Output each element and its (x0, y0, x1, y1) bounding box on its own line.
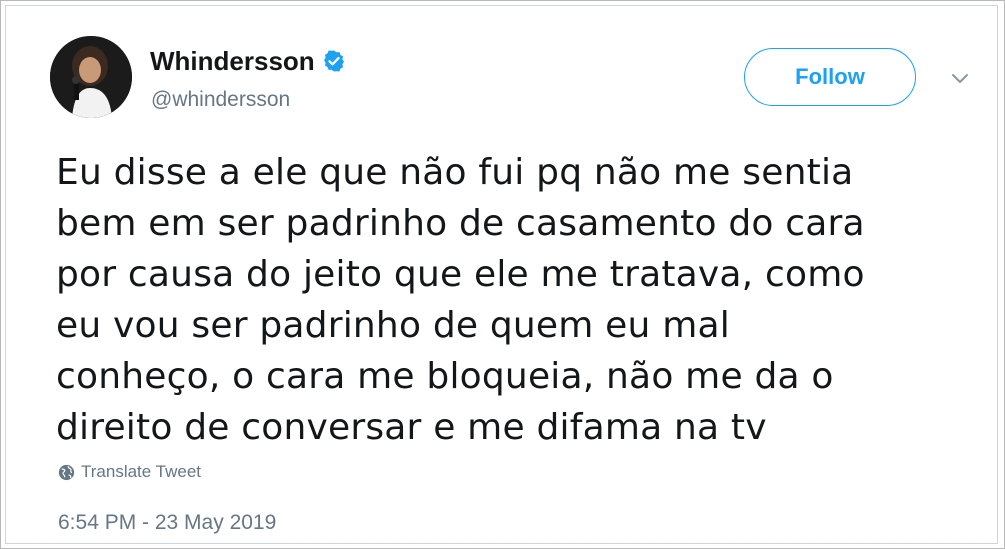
avatar[interactable] (50, 36, 132, 118)
author-handle[interactable]: @whindersson (151, 88, 290, 112)
tweet-line: bem em ser padrinho de casamento do cara (56, 203, 865, 244)
tweet-line: por causa do jeito que ele me tratava, c… (56, 254, 865, 295)
chevron-down-icon[interactable] (950, 72, 970, 86)
translate-tweet-link[interactable]: Translate Tweet (58, 462, 201, 482)
globe-icon (58, 464, 75, 480)
tweet-line: Eu disse a ele que não fui pq não me sen… (56, 152, 854, 193)
tweet-line: direito de conversar e me difama na tv (56, 407, 767, 448)
translate-tweet-label[interactable]: Translate Tweet (81, 462, 201, 482)
tweet-timestamp[interactable]: 6:54 PM - 23 May 2019 (58, 511, 276, 535)
screenshot-frame: Whindersson @whindersson Follow Eu disse… (0, 0, 1005, 549)
tweet-line: conheço, o cara me bloqueia, não me da o (56, 356, 834, 397)
tweet-line: eu vou ser padrinho de quem eu mal (56, 305, 730, 346)
tweet-text: Eu disse a ele que não fui pq não me sen… (56, 147, 956, 453)
tweet-card: Whindersson @whindersson Follow Eu disse… (5, 5, 998, 544)
author-display-name[interactable]: Whindersson (150, 46, 315, 76)
follow-button[interactable]: Follow (744, 48, 916, 106)
verified-badge-icon (323, 50, 344, 72)
profile-photo-icon (50, 36, 132, 118)
author-name-row[interactable]: Whindersson (150, 46, 346, 76)
